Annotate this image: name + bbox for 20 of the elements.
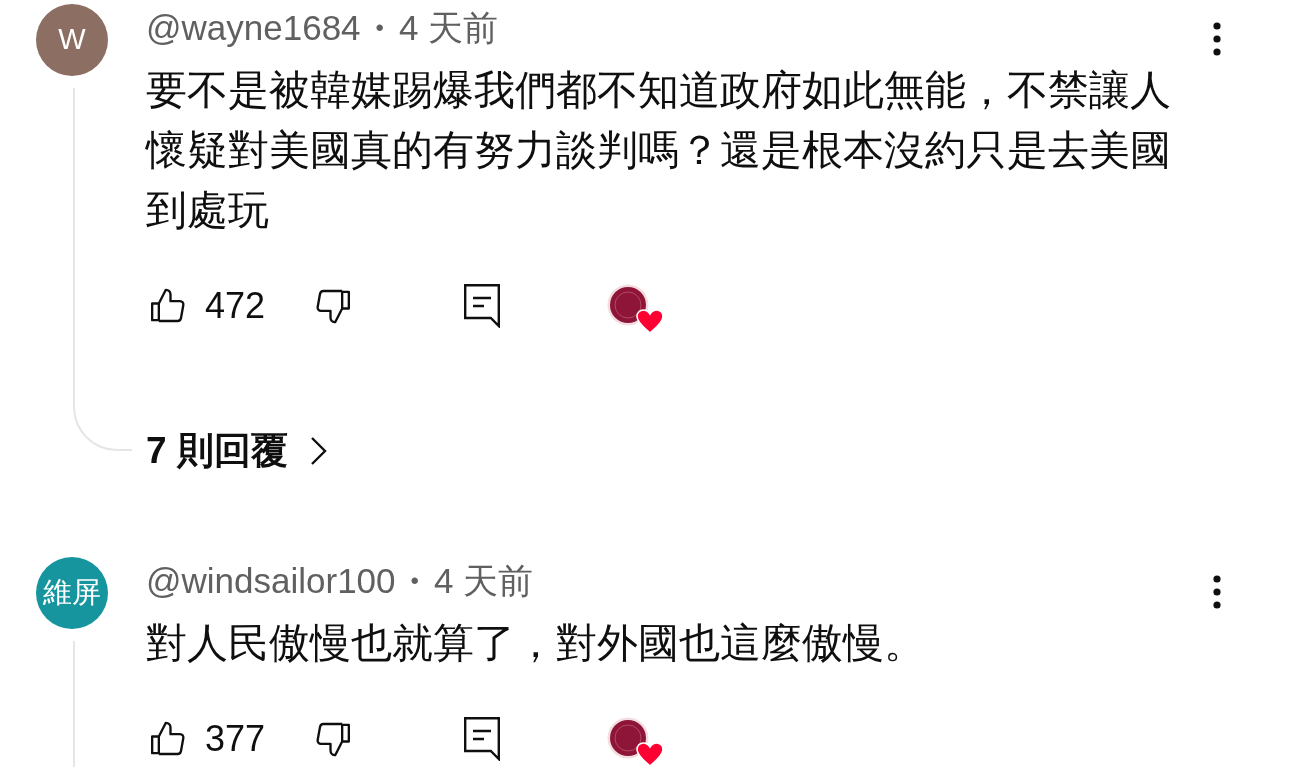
timestamp: 4 天前 bbox=[433, 559, 534, 602]
replies-button[interactable]: 7 則回覆 bbox=[146, 421, 328, 481]
comment-text: 要不是被韓媒踢爆我們都不知道政府如此無能，不禁讓人懷疑對美國真的有努力談判嗎？還是根本沒約只是去美國到處玩 bbox=[146, 66, 1172, 235]
author-name[interactable]: @windsailor100 bbox=[146, 554, 396, 608]
more-icon bbox=[1213, 22, 1221, 56]
reply-button[interactable] bbox=[464, 717, 501, 761]
separator-dot: • bbox=[410, 566, 419, 596]
like-button[interactable]: 377 bbox=[148, 712, 266, 766]
author-name[interactable]: @wayne1684 bbox=[146, 1, 361, 55]
timestamp: 4 天前 bbox=[399, 6, 499, 49]
avatar[interactable]: W bbox=[36, 4, 108, 76]
comment-text: 對人民傲慢也就算了，對外國也這麼傲慢。 bbox=[146, 619, 926, 668]
comment-icon bbox=[464, 717, 501, 761]
reply-button[interactable] bbox=[464, 284, 501, 328]
comment-icon bbox=[464, 284, 501, 328]
more-icon bbox=[1213, 575, 1221, 609]
avatar[interactable]: 維屏 bbox=[36, 557, 108, 629]
chevron-right-icon bbox=[309, 436, 328, 466]
separator-dot: • bbox=[375, 13, 384, 43]
like-button[interactable]: 472 bbox=[148, 279, 266, 333]
